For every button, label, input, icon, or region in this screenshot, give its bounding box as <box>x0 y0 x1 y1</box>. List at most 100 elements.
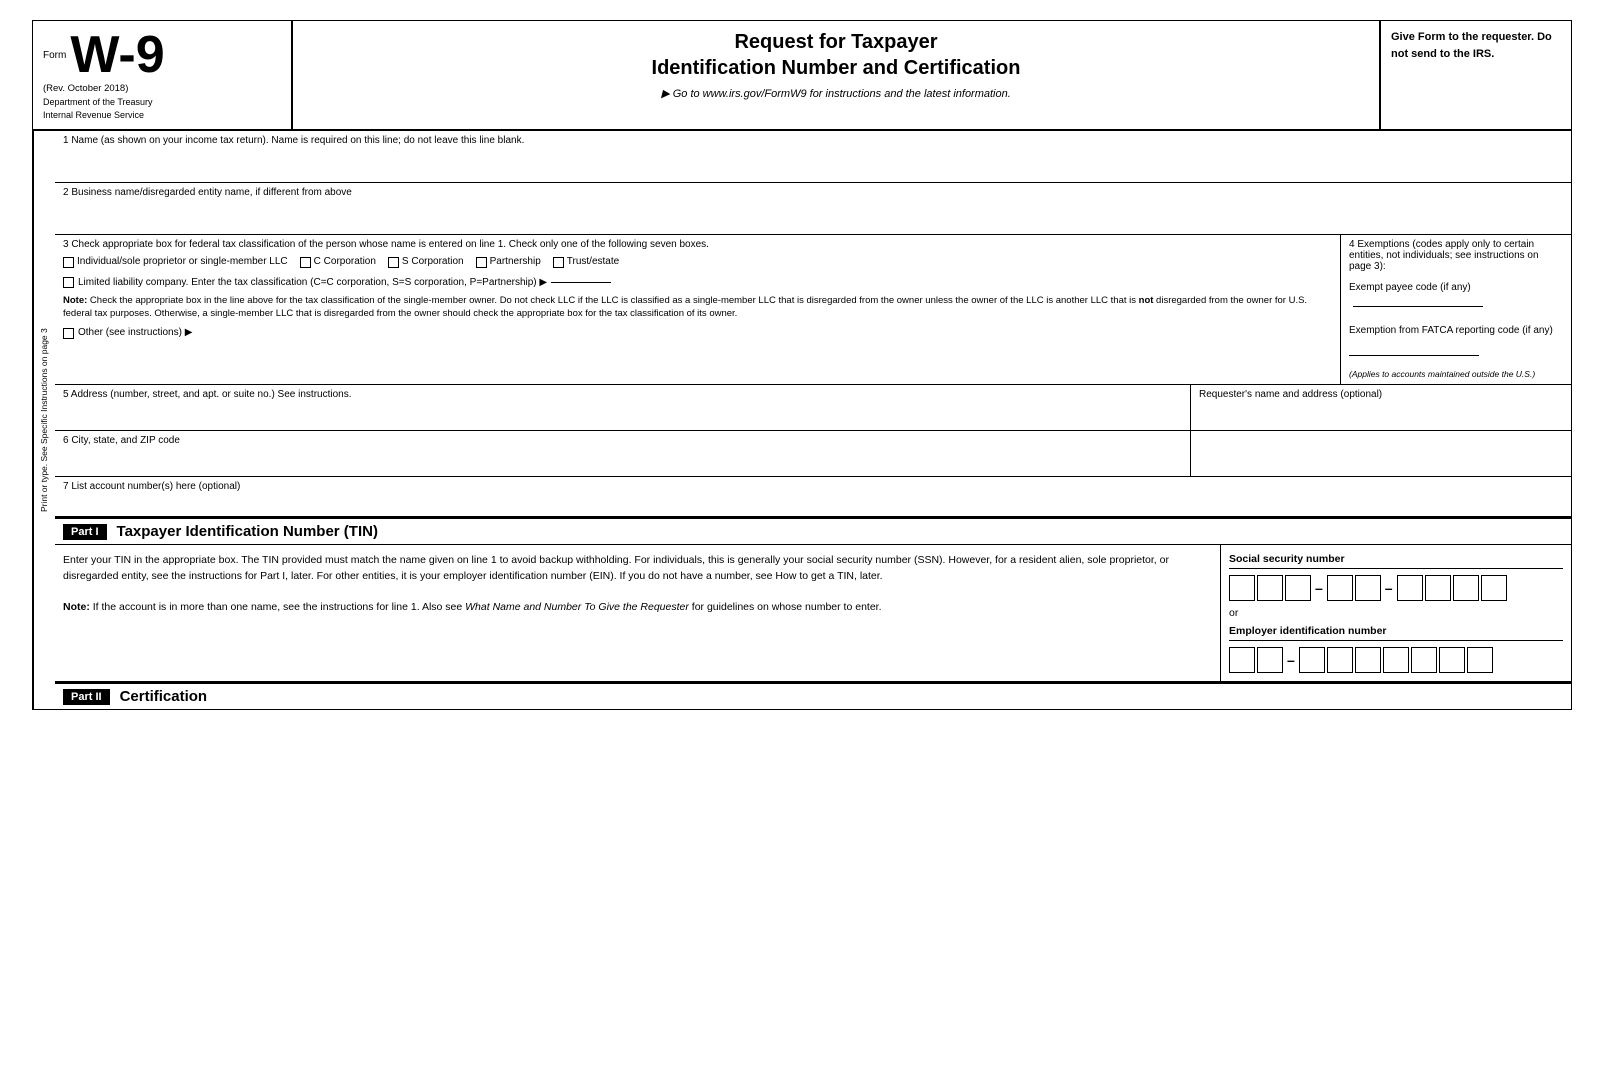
line2-field: 2 Business name/disregarded entity name,… <box>55 183 1571 235</box>
fatca-label: Exemption from FATCA reporting code (if … <box>1349 324 1563 361</box>
rev-date: (Rev. October 2018) <box>43 83 281 94</box>
part2-header-row: Part II Certification <box>55 682 1571 709</box>
part1-note: Note: If the account is in more than one… <box>63 600 1212 616</box>
line6-input[interactable] <box>63 448 1182 466</box>
goto-text: ▶ Go to www.irs.gov/FormW9 for instructi… <box>313 87 1359 100</box>
section-4: 4 Exemptions (codes apply only to certai… <box>1341 235 1571 384</box>
c-corp-checkbox[interactable] <box>300 257 311 268</box>
form-label: Form <box>43 50 66 61</box>
address-row-5: 5 Address (number, street, and apt. or s… <box>55 385 1571 431</box>
s-corp-checkbox[interactable] <box>388 257 399 268</box>
form-header: Form W-9 (Rev. October 2018) Department … <box>33 21 1571 131</box>
part1-header-row: Part I Taxpayer Identification Number (T… <box>55 517 1571 545</box>
line1-field: 1 Name (as shown on your income tax retu… <box>55 131 1571 183</box>
llc-checkbox[interactable] <box>63 277 74 288</box>
ssn-cell-2[interactable] <box>1257 575 1283 601</box>
ein-cell-7[interactable] <box>1411 647 1437 673</box>
header-center: Request for Taxpayer Identification Numb… <box>293 21 1381 129</box>
ein-cell-5[interactable] <box>1355 647 1381 673</box>
ein-cell-2[interactable] <box>1257 647 1283 673</box>
ssn-cell-6[interactable] <box>1397 575 1423 601</box>
part1-body-text: Enter your TIN in the appropriate box. T… <box>63 553 1212 585</box>
line5-label: 5 Address (number, street, and apt. or s… <box>63 389 1182 400</box>
requester-input[interactable] <box>1199 402 1563 420</box>
requester-label: Requester's name and address (optional) <box>1199 389 1563 400</box>
applies-text: (Applies to accounts maintained outside … <box>1349 369 1563 380</box>
exempt-input[interactable] <box>1353 293 1483 307</box>
dept-text: Department of the Treasury Internal Reve… <box>43 96 281 121</box>
ssn-cell-9[interactable] <box>1481 575 1507 601</box>
checkbox-c-corp: C Corporation <box>300 256 376 268</box>
w9-form: Form W-9 (Rev. October 2018) Department … <box>32 20 1572 710</box>
checkboxes-row: Individual/sole proprietor or single-mem… <box>63 256 1332 268</box>
line6-label: 6 City, state, and ZIP code <box>63 435 1182 446</box>
requester-continued <box>1191 431 1571 476</box>
ssn-label: Social security number <box>1229 553 1563 569</box>
ein-cell-6[interactable] <box>1383 647 1409 673</box>
section-3: 3 Check appropriate box for federal tax … <box>55 235 1341 384</box>
line5-field: 5 Address (number, street, and apt. or s… <box>55 385 1191 430</box>
ssn-cell-4[interactable] <box>1327 575 1353 601</box>
checkbox-individual: Individual/sole proprietor or single-mem… <box>63 256 288 268</box>
part1-left: Enter your TIN in the appropriate box. T… <box>55 545 1221 681</box>
line2-label: 2 Business name/disregarded entity name,… <box>63 187 1563 198</box>
llc-input[interactable] <box>551 282 611 283</box>
w9-number: W-9 <box>70 29 164 81</box>
section-3-4: 3 Check appropriate box for federal tax … <box>55 235 1571 385</box>
checkbox-partnership: Partnership <box>476 256 541 268</box>
ein-cell-1[interactable] <box>1229 647 1255 673</box>
part1-title: Taxpayer Identification Number (TIN) <box>117 523 378 540</box>
form-body: Print or type. See Specific Instructions… <box>33 131 1571 709</box>
ssn-cell-7[interactable] <box>1425 575 1451 601</box>
note-text: Note: Check the appropriate box in the l… <box>63 294 1332 321</box>
checkbox-trust: Trust/estate <box>553 256 619 268</box>
ein-label: Employer identification number <box>1229 625 1563 641</box>
ssn-cell-8[interactable] <box>1453 575 1479 601</box>
checkbox-s-corp: S Corporation <box>388 256 464 268</box>
ein-grid: – <box>1229 647 1563 673</box>
sidebar: Print or type. See Specific Instructions… <box>33 131 55 709</box>
other-row: Other (see instructions) ▶ <box>63 327 1332 339</box>
ein-cell-3[interactable] <box>1299 647 1325 673</box>
ssn-cell-5[interactable] <box>1355 575 1381 601</box>
ssn-dash-1: – <box>1313 580 1325 596</box>
partnership-checkbox[interactable] <box>476 257 487 268</box>
section4-title: 4 Exemptions (codes apply only to certai… <box>1349 239 1563 272</box>
part1-label: Part I <box>63 524 107 540</box>
line5-input[interactable] <box>63 402 1182 420</box>
part1-body: Enter your TIN in the appropriate box. T… <box>55 545 1571 682</box>
ein-cell-8[interactable] <box>1439 647 1465 673</box>
ssn-dash-2: – <box>1383 580 1395 596</box>
individual-checkbox[interactable] <box>63 257 74 268</box>
form-title: Request for Taxpayer Identification Numb… <box>313 29 1359 81</box>
ssn-cell-3[interactable] <box>1285 575 1311 601</box>
ein-cell-4[interactable] <box>1327 647 1353 673</box>
main-content: 1 Name (as shown on your income tax retu… <box>55 131 1571 709</box>
line7-input[interactable] <box>63 494 1563 512</box>
line1-input[interactable] <box>63 148 1563 166</box>
line2-input[interactable] <box>63 200 1563 218</box>
ein-dash: – <box>1285 652 1297 668</box>
or-text: or <box>1229 607 1563 619</box>
trust-checkbox[interactable] <box>553 257 564 268</box>
part2-title: Certification <box>120 688 208 705</box>
form-number-block: Form W-9 <box>43 29 281 81</box>
address-row-6: 6 City, state, and ZIP code <box>55 431 1571 477</box>
header-right: Give Form to the requester. Do not send … <box>1381 21 1571 129</box>
line7-field: 7 List account number(s) here (optional) <box>55 477 1571 517</box>
line6-field: 6 City, state, and ZIP code <box>55 431 1191 476</box>
fatca-input[interactable] <box>1349 342 1479 356</box>
ssn-grid: – – <box>1229 575 1563 601</box>
other-checkbox[interactable] <box>63 328 74 339</box>
requester-field: Requester's name and address (optional) <box>1191 385 1571 430</box>
ein-cell-9[interactable] <box>1467 647 1493 673</box>
llc-row: Limited liability company. Enter the tax… <box>63 276 1332 288</box>
part1-right: Social security number – – <box>1221 545 1571 681</box>
line7-label: 7 List account number(s) here (optional) <box>63 481 1563 492</box>
line1-label: 1 Name (as shown on your income tax retu… <box>63 135 1563 146</box>
line3-label: 3 Check appropriate box for federal tax … <box>63 239 1332 250</box>
part2-label: Part II <box>63 689 110 705</box>
header-left: Form W-9 (Rev. October 2018) Department … <box>33 21 293 129</box>
exempt-label: Exempt payee code (if any) <box>1349 282 1563 310</box>
ssn-cell-1[interactable] <box>1229 575 1255 601</box>
